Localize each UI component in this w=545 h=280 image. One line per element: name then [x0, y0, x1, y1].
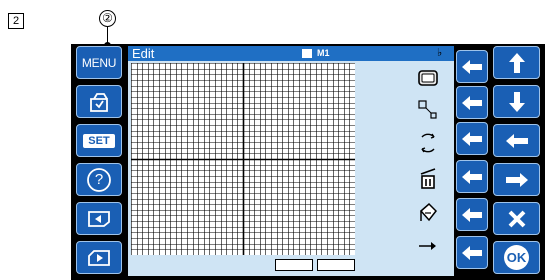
grid-canvas[interactable]: [131, 63, 355, 255]
back-arrow-button-5[interactable]: [456, 198, 488, 231]
open-file-icon: [90, 92, 108, 112]
left-arrow-icon: [462, 169, 482, 184]
figure-number: 2: [8, 13, 24, 29]
frame-tool-button[interactable]: [413, 64, 443, 92]
back-arrow-button-4[interactable]: [456, 160, 488, 193]
resize-icon: [418, 100, 437, 119]
stitch-grid[interactable]: [131, 63, 355, 255]
page-left-icon: [88, 210, 110, 227]
open-file-button[interactable]: [76, 85, 122, 118]
set-button[interactable]: SET: [76, 124, 122, 157]
help-button[interactable]: ?: [76, 163, 122, 196]
up-button[interactable]: [493, 46, 540, 79]
menu-button-label: MENU: [81, 55, 117, 70]
close-icon: [508, 210, 525, 227]
frame-icon: [418, 70, 438, 86]
fill-tool-button[interactable]: [413, 199, 443, 227]
manual-figure: 2 ② MENU SET ? Edit M1 ♭ OK: [0, 0, 545, 280]
ok-button[interactable]: OK: [493, 241, 540, 274]
delete-tool-button[interactable]: [413, 164, 443, 192]
memory-indicator-box: [302, 49, 312, 58]
left-arrow-icon: [462, 131, 482, 146]
arrow-down-icon: [508, 91, 525, 112]
ok-button-label: OK: [504, 245, 529, 270]
callout-marker: ②: [99, 10, 116, 27]
rotate-tool-button[interactable]: [413, 129, 443, 157]
back-arrow-button-3[interactable]: [456, 122, 488, 155]
down-button[interactable]: [493, 85, 540, 118]
left-arrow-icon: [462, 95, 482, 110]
speaker-icon: ♭: [437, 47, 443, 59]
left-arrow-icon: [462, 245, 482, 260]
memory-label: M1: [317, 48, 330, 58]
back-arrow-button-1[interactable]: [456, 50, 488, 83]
grid-slot-right: [317, 259, 355, 271]
resize-tool-button[interactable]: [413, 96, 443, 124]
grid-slot-left: [275, 259, 313, 271]
move-right-icon: [419, 242, 436, 250]
right-button[interactable]: [493, 163, 540, 196]
back-arrow-button-6[interactable]: [456, 236, 488, 269]
arrow-right-icon: [505, 172, 528, 187]
edit-screen: Edit M1 ♭: [128, 46, 454, 276]
arrow-up-icon: [508, 52, 525, 73]
left-arrow-icon: [462, 207, 482, 222]
arrow-left-icon: [505, 133, 528, 148]
title-bar: Edit M1 ♭: [128, 46, 454, 61]
previous-page-button[interactable]: [76, 202, 122, 235]
left-button[interactable]: [493, 124, 540, 157]
screen-title: Edit: [132, 46, 155, 61]
delete-icon: [420, 168, 436, 189]
cancel-button[interactable]: [493, 202, 540, 235]
next-page-button[interactable]: [76, 241, 122, 274]
left-arrow-icon: [462, 59, 482, 74]
fill-icon: [419, 202, 437, 222]
rotate-icon: [421, 133, 435, 153]
move-right-tool-button[interactable]: [413, 232, 443, 260]
page-right-icon: [88, 249, 110, 266]
back-arrow-button-2[interactable]: [456, 86, 488, 119]
set-button-label: SET: [83, 133, 115, 148]
menu-button[interactable]: MENU: [76, 46, 122, 79]
help-button-label: ?: [94, 171, 104, 188]
